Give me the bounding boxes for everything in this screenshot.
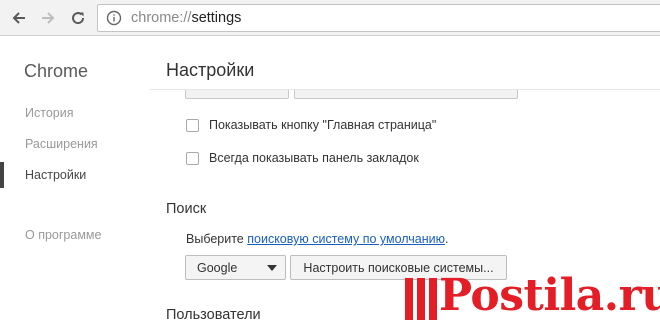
address-text: chrome://settings: [131, 10, 241, 27]
forward-arrow-icon: [42, 12, 55, 24]
watermark-text: Postila.ru: [439, 270, 660, 321]
search-description-prefix: Выберите: [186, 232, 248, 246]
show-bookmarks-bar-row[interactable]: Всегда показывать панель закладок: [186, 151, 419, 165]
address-host: settings: [191, 10, 242, 26]
partial-button-right[interactable]: [294, 90, 518, 99]
back-button[interactable]: [8, 7, 30, 29]
sidebar-item-about[interactable]: О программе: [25, 228, 101, 242]
info-icon[interactable]: [106, 10, 122, 26]
sidebar-brand: Chrome: [24, 61, 89, 81]
reload-icon: [72, 12, 85, 25]
address-scheme: chrome://: [131, 10, 192, 26]
dropdown-arrow-icon: [267, 265, 277, 271]
search-engine-value: Google: [197, 261, 238, 275]
watermark-logo: Postila.ru: [405, 266, 660, 328]
search-description-suffix: .: [445, 232, 449, 246]
users-section-title: Пользователи: [166, 307, 261, 323]
sidebar-item-extensions[interactable]: Расширения: [25, 137, 98, 151]
forward-button[interactable]: [37, 7, 59, 29]
active-indicator: [0, 162, 4, 188]
show-bookmarks-bar-checkbox[interactable]: [186, 151, 199, 165]
watermark-bar: [429, 278, 437, 320]
back-arrow-icon: [12, 12, 25, 24]
search-section-title: Поиск: [166, 201, 207, 217]
sidebar-item-settings[interactable]: Настройки: [25, 168, 86, 182]
show-home-button-row[interactable]: Показывать кнопку "Главная страница": [186, 118, 436, 132]
watermark-bar: [405, 278, 413, 320]
show-home-button-checkbox[interactable]: [186, 118, 199, 132]
show-bookmarks-bar-label: Всегда показывать панель закладок: [209, 151, 419, 165]
watermark-bar: [417, 278, 425, 320]
search-description: Выберите поисковую систему по умолчанию.: [186, 232, 449, 246]
show-home-button-label: Показывать кнопку "Главная страница": [209, 118, 437, 132]
search-engine-select[interactable]: Google: [185, 255, 286, 280]
address-bar[interactable]: chrome://settings: [97, 4, 660, 32]
page-title: Настройки: [166, 60, 255, 80]
browser-toolbar: chrome://settings: [0, 0, 660, 36]
reload-button[interactable]: [67, 7, 89, 29]
default-search-engine-link[interactable]: поисковую систему по умолчанию: [247, 232, 445, 246]
sidebar: Chrome История Расширения Настройки О пр…: [0, 37, 150, 334]
partial-button-left[interactable]: [185, 90, 289, 99]
sidebar-item-history[interactable]: История: [25, 106, 73, 120]
